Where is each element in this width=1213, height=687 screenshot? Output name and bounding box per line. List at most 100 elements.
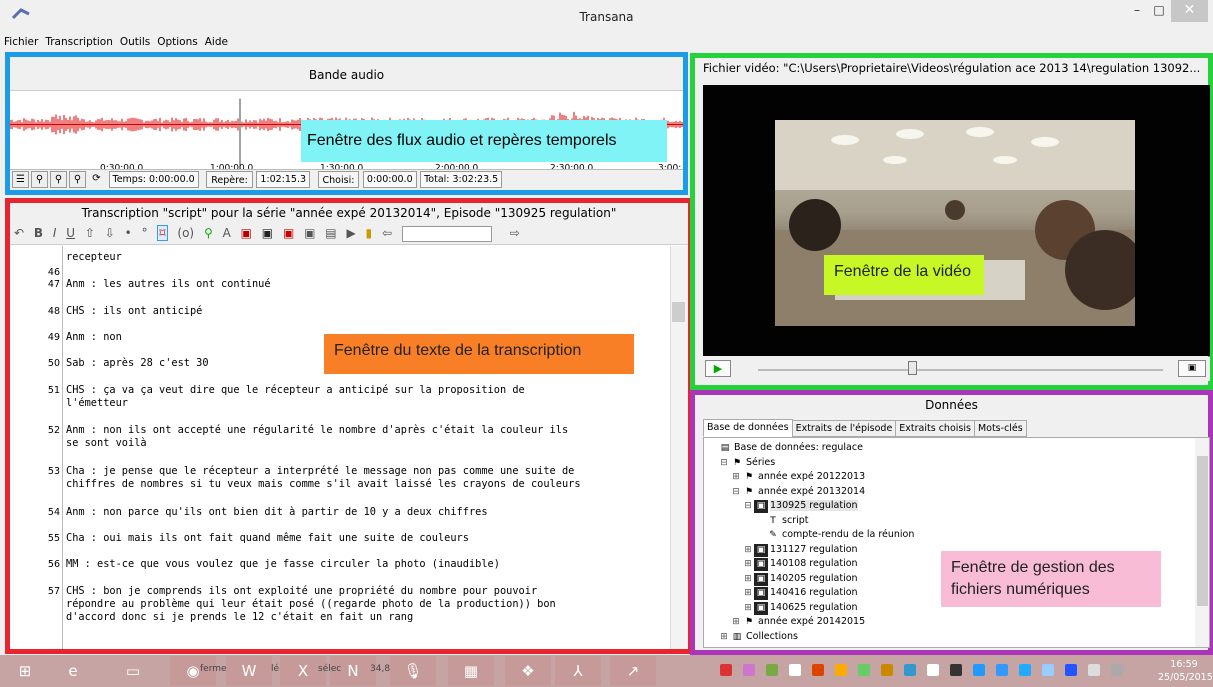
tray-icon[interactable] (812, 664, 824, 676)
tray-icon[interactable] (904, 664, 916, 676)
save-icon[interactable]: ▣ (283, 226, 294, 240)
close-button[interactable]: ✕ (1171, 0, 1208, 22)
tray-icon[interactable] (1065, 664, 1077, 676)
tree-expander-icon[interactable]: ⊞ (731, 616, 741, 629)
search-back-icon[interactable]: ⇦ (382, 226, 392, 240)
clip-icon[interactable]: ▣ (262, 226, 273, 240)
tray-icon[interactable] (720, 664, 732, 676)
tree-node[interactable]: ⊟ ▣ 130925 regulation (743, 499, 858, 513)
traffic-light-icon[interactable]: ▮ (366, 226, 373, 240)
menu-fichier[interactable]: Fichier (0, 33, 41, 48)
tray-icon[interactable] (996, 664, 1008, 676)
ie-icon[interactable]: e (50, 656, 96, 686)
tree-expander-icon[interactable]: ⊟ (731, 486, 741, 499)
tray-icon[interactable] (1042, 664, 1054, 676)
properties-icon[interactable]: ▣ (304, 226, 315, 240)
tree-expander-icon[interactable]: ⊞ (743, 587, 753, 600)
tree-node[interactable]: ✎ compte-rendu de la réunion (755, 528, 914, 542)
tray-icon[interactable] (1111, 664, 1123, 676)
tab-extraits-choisis[interactable]: Extraits choisis (895, 420, 975, 437)
tree-node[interactable]: ⊞ ⚑ année expé 20122013 (731, 470, 865, 484)
word-icon[interactable]: W (226, 656, 272, 686)
video-display[interactable]: Fenêtre de la vidéo (703, 85, 1210, 356)
tray-icon[interactable] (835, 664, 847, 676)
play-icon[interactable]: ▶ (346, 226, 355, 240)
rising-intonation-icon[interactable]: ⇧ (85, 226, 95, 240)
start-icon[interactable]: ⊞ (2, 656, 48, 686)
tree-expander-icon[interactable]: ⊟ (719, 457, 729, 470)
tree-node[interactable]: Tscript (755, 514, 808, 528)
transana-icon[interactable]: ↗ (610, 656, 656, 686)
menu-transcription[interactable]: Transcription (41, 33, 116, 48)
menu-options[interactable]: Options (153, 33, 201, 48)
tab-mots-cles[interactable]: Mots-clés (973, 420, 1027, 437)
undo-icon[interactable]: ↶ (14, 226, 24, 240)
video-position-slider[interactable] (758, 369, 1163, 371)
font-icon[interactable]: A (223, 226, 231, 240)
tab-base-de-donnees[interactable]: Base de données (703, 419, 793, 437)
transcript-scroll-thumb[interactable] (672, 302, 685, 322)
bold-button[interactable]: B (34, 226, 43, 240)
whisper-icon[interactable]: ° (142, 226, 148, 240)
tree-expander-icon[interactable]: ⊟ (743, 500, 753, 513)
sync-icon[interactable]: ⟳ (88, 171, 105, 188)
tree-node[interactable]: ⊞ ▣ 140416 regulation (743, 586, 858, 600)
database-tree[interactable]: ▤ Base de données: regulace ⊟ ⚑ Séries ⊞ ⚑ anné… (703, 437, 1210, 648)
tray-icon[interactable] (1088, 664, 1100, 676)
italic-button[interactable]: I (53, 226, 57, 240)
menu-outils[interactable]: Outils (116, 33, 153, 48)
tree-expander-icon[interactable]: ⊞ (743, 544, 753, 557)
maximize-button[interactable]: □ (1148, 0, 1170, 22)
snapshot-icon[interactable]: ▣ (241, 226, 252, 240)
tray-icon[interactable] (766, 664, 778, 676)
tree-node[interactable]: ⊞ ▣ 140108 regulation (743, 557, 858, 571)
search-input[interactable] (401, 225, 492, 242)
tray-icon[interactable] (927, 664, 939, 676)
transcript-text-area[interactable]: recepteur 46 47 Anm : les autres ils ont … (10, 246, 670, 649)
tab-extraits-episode[interactable]: Extraits de l'épisode (791, 420, 897, 437)
menu-aide[interactable]: Aide (201, 33, 231, 48)
tree-node[interactable]: ⊞ ▣ 140205 regulation (743, 572, 858, 586)
dropbox-icon[interactable]: ❖ (505, 656, 551, 686)
tray-icon[interactable] (973, 664, 985, 676)
tree-expander-icon[interactable]: ⊞ (743, 558, 753, 571)
tray-icon[interactable] (743, 664, 755, 676)
acrobat-icon[interactable]: ⅄ (555, 656, 601, 686)
tray-icon[interactable] (789, 664, 801, 676)
tray-icon[interactable] (1019, 664, 1031, 676)
minimize-button[interactable]: – (1126, 0, 1148, 22)
tree-expander-icon[interactable]: ⊞ (743, 602, 753, 615)
list-icon[interactable]: ▤ (325, 226, 336, 240)
tree-expander-icon[interactable]: ⊞ (743, 573, 753, 586)
inbreath-icon[interactable]: • (125, 226, 132, 240)
tree-node[interactable]: ⊟ ⚑ année expé 20132014 (731, 485, 865, 499)
falling-intonation-icon[interactable]: ⇩ (105, 226, 115, 240)
search-forward-icon[interactable]: ⇨ (510, 226, 520, 240)
tree-node[interactable]: ⊞ ⚑ année expé 20142015 (731, 615, 865, 629)
timecode-toggle-icon[interactable]: (o) (177, 226, 194, 240)
timecode-icon[interactable]: ⌑ (157, 225, 168, 241)
tree-node[interactable]: ⊞ ▥ Collections (719, 630, 798, 644)
explorer-icon[interactable]: ▭ (110, 656, 156, 686)
tray-icon[interactable] (881, 664, 893, 676)
snapshot-button[interactable]: ▣ (1178, 360, 1206, 377)
zoom-reset-icon[interactable]: ⚲ (69, 171, 86, 188)
tree-node[interactable]: ⊟ ⚑ Séries (719, 456, 775, 470)
tray-icon[interactable] (950, 664, 962, 676)
repere-value[interactable]: 1:02:15.3 (256, 171, 311, 188)
keyword-icon[interactable]: ⚲ (204, 226, 213, 240)
tree-expander-icon[interactable]: ⊞ (731, 471, 741, 484)
clock[interactable]: 16:59 25/05/2015 (1158, 658, 1213, 684)
mic-icon[interactable]: 🎙 (390, 656, 436, 686)
tree-node[interactable]: ▤ Base de données: regulace (707, 441, 863, 455)
zoom-out-icon[interactable]: ⚲ (50, 171, 67, 188)
play-button[interactable]: ▶ (705, 360, 731, 377)
tree-node[interactable]: ⊞ ▣ 131127 regulation (743, 543, 858, 557)
zoom-in-icon[interactable]: ⚲ (31, 171, 48, 188)
view-list-icon[interactable]: ☰ (12, 171, 29, 188)
underline-button[interactable]: U (66, 226, 75, 240)
tree-expander-icon[interactable]: ⊞ (719, 631, 729, 644)
video-slider-knob[interactable] (907, 361, 917, 375)
tree-node[interactable]: ⊞ ▣ 140625 regulation (743, 601, 858, 615)
tree-scroll-thumb[interactable] (1197, 456, 1208, 606)
